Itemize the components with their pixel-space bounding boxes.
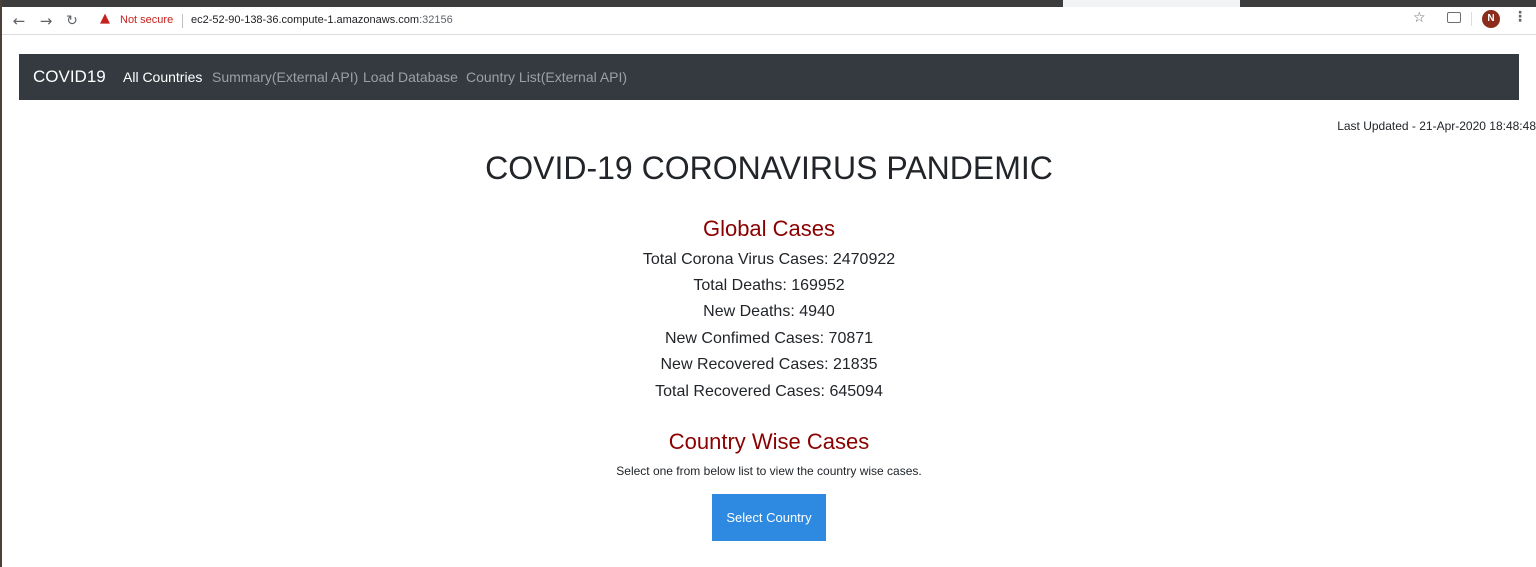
app-navbar: COVID19 All Countries Summary(External A…	[19, 54, 1519, 100]
brand-link[interactable]: COVID19	[33, 67, 106, 87]
stat-total-deaths: Total Deaths: 169952	[693, 277, 845, 294]
cast-icon[interactable]	[1447, 12, 1461, 23]
url-text[interactable]: ec2-52-90-138-36.compute-1.amazonaws.com…	[191, 14, 453, 26]
reload-icon[interactable]: ↻	[62, 11, 82, 31]
country-helper-text: Select one from below list to view the c…	[616, 464, 922, 478]
forward-arrow-icon[interactable]: →	[36, 11, 56, 31]
browser-toolbar: ← → ↻ ▲ Not secure ec2-52-90-138-36.comp…	[0, 7, 1536, 35]
back-arrow-icon[interactable]: ←	[9, 11, 29, 31]
url-port: :32156	[419, 14, 453, 26]
address-bar[interactable]: ▲ Not secure ec2-52-90-138-36.compute-1.…	[92, 10, 1412, 32]
stat-new-recovered: New Recovered Cases: 21835	[660, 356, 878, 373]
browser-active-tab[interactable]	[1063, 0, 1240, 7]
stat-new-confirmed: New Confimed Cases: 70871	[664, 330, 874, 347]
country-wise-heading: Country Wise Cases	[668, 429, 870, 454]
menu-icon[interactable]: ⋮	[1513, 9, 1527, 25]
star-icon[interactable]: ☆	[1413, 10, 1426, 26]
toolbar-divider	[1471, 12, 1472, 26]
browser-tab-strip	[0, 0, 1536, 7]
last-updated-text: Last Updated - 21-Apr-2020 18:48:48	[1337, 119, 1536, 133]
url-host: ec2-52-90-138-36.compute-1.amazonaws.com	[191, 14, 420, 26]
nav-load-database[interactable]: Load Database	[363, 69, 458, 85]
warning-icon[interactable]: ▲	[100, 11, 110, 26]
stat-total-recovered: Total Recovered Cases: 645094	[655, 383, 883, 400]
nav-country-list-external-api[interactable]: Country List(External API)	[466, 69, 627, 85]
avatar[interactable]: N	[1482, 10, 1500, 28]
page-title: COVID-19 CORONAVIRUS PANDEMIC	[485, 150, 1053, 186]
security-label[interactable]: Not secure	[120, 14, 173, 26]
omnibox-divider	[182, 14, 183, 28]
stat-new-deaths: New Deaths: 4940	[703, 303, 835, 320]
nav-all-countries[interactable]: All Countries	[123, 69, 202, 85]
select-country-button[interactable]: Select Country	[712, 494, 826, 541]
stat-total-cases: Total Corona Virus Cases: 2470922	[642, 251, 896, 268]
global-cases-heading: Global Cases	[702, 216, 836, 241]
nav-summary-external-api[interactable]: Summary(External API)	[212, 69, 358, 85]
